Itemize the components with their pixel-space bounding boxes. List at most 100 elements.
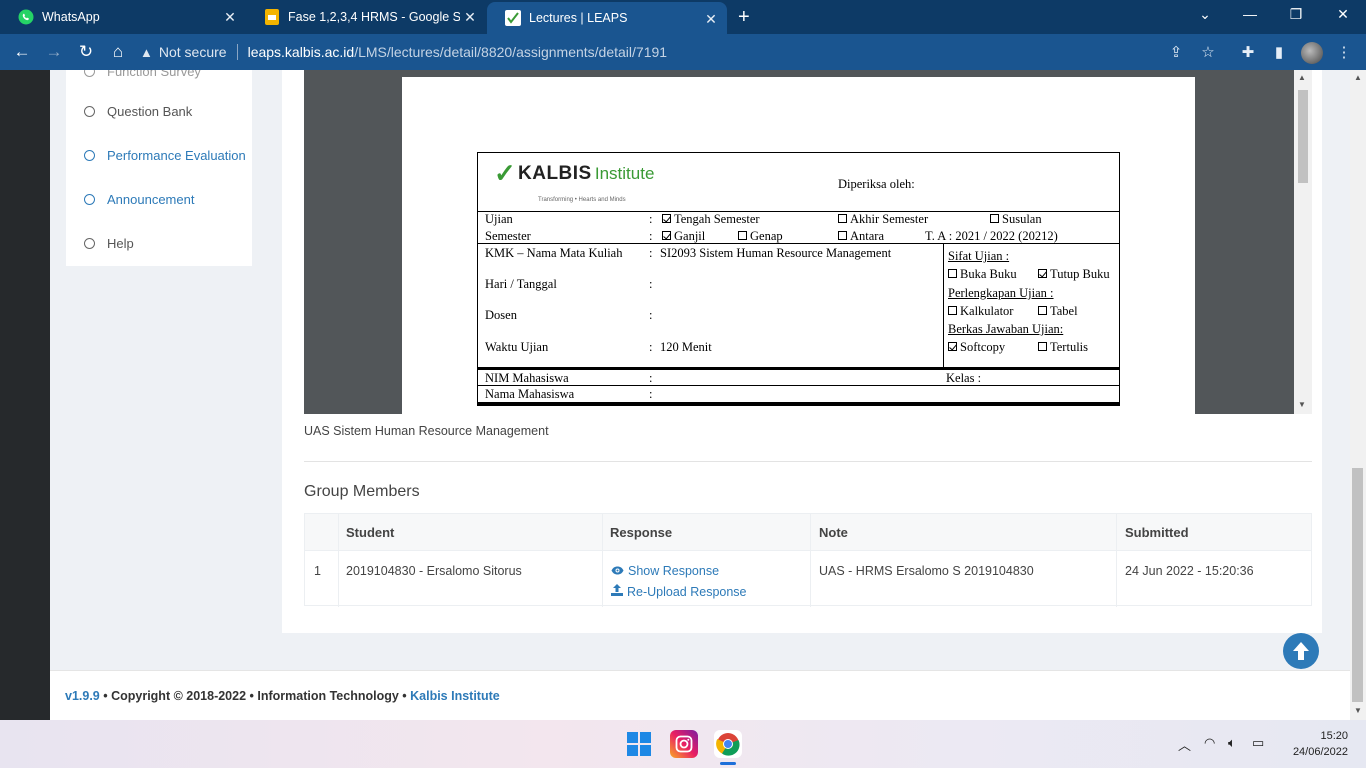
sidebar-item-announcement[interactable]: Announcement [84,192,194,207]
scroll-down-icon[interactable]: ▼ [1298,400,1306,409]
close-tab-icon[interactable]: ✕ [222,9,238,26]
tab-label: WhatsApp [42,10,100,24]
page-scrollbar[interactable]: ▲ ▼ [1350,70,1366,720]
page-scrollbar-thumb[interactable] [1352,468,1363,702]
form-header: ✓ KALBIS Institute Transforming • Hearts… [477,152,1120,212]
extensions-icon[interactable]: ✚ [1238,43,1258,61]
tab-label: Fase 1,2,3,4 HRMS - Google Slides [288,10,460,24]
viewer-scrollbar[interactable]: ▲ ▼ [1294,70,1312,414]
column-header-response: Response [602,514,810,550]
page: Function Survey Question Bank Performanc… [0,70,1350,720]
document-caption: UAS Sistem Human Resource Management [304,424,549,438]
kalbis-link[interactable]: Kalbis Institute [410,689,500,703]
perlengkapan-label: Perlengkapan Ujian : [948,286,1054,300]
form-nim-row: NIM Mahasiswa : Kelas : [477,370,1120,386]
option-label: Tabel [1050,304,1078,318]
eye-icon [611,564,624,578]
susulan-option: Susulan [990,212,1042,227]
waktu-label: Waktu Ujian [485,340,549,354]
clock-date: 24/06/2022 [1292,746,1348,758]
column-divider [810,514,811,607]
semester-label: Semester [485,229,531,243]
address-bar[interactable]: ▲ Not secure leaps.kalbis.ac.id /LMS/lec… [140,38,1226,66]
chrome-icon[interactable] [714,730,742,758]
reload-icon[interactable]: ↻ [76,42,96,62]
show-response-label: Show Response [628,564,720,578]
scroll-down-icon[interactable]: ▼ [1354,706,1362,715]
leaps-icon [505,10,521,26]
form-course-info: KMK – Nama Mata Kuliah : SI2093 Sistem H… [477,244,1120,370]
column-divider [602,514,603,607]
restore-icon[interactable]: ❐ [1286,6,1306,23]
document-viewer[interactable]: ✓ KALBIS Institute Transforming • Hearts… [304,70,1312,414]
close-tab-icon[interactable]: ✕ [462,9,478,26]
browser-tab-strip: WhatsApp ✕ Fase 1,2,3,4 HRMS - Google Sl… [0,0,1366,34]
akhir-option: Akhir Semester [838,212,928,227]
footer-text: v1.9.9 • Copyright © 2018-2022 • Informa… [65,689,500,703]
checkbox-icon [1038,342,1047,351]
checkbox-icon [1038,306,1047,315]
form-divider [943,244,944,367]
viewer-scrollbar-thumb[interactable] [1298,90,1308,183]
sidebar-item-function-survey[interactable]: Function Survey [84,70,201,79]
reupload-response-label: Re-Upload Response [627,584,747,599]
sidebar-item-question-bank[interactable]: Question Bank [84,104,192,119]
back-icon[interactable]: ← [12,42,32,62]
student-cell: 2019104830 - Ersalomo Sitorus [346,564,522,578]
system-clock[interactable]: 15:20 24/06/2022 [1284,728,1348,760]
row-number: 1 [314,564,321,578]
sidebar-item-help[interactable]: Help [84,236,134,251]
tab-google-slides[interactable]: Fase 1,2,3,4 HRMS - Google Slides ✕ [246,0,486,34]
instagram-icon[interactable] [670,730,698,758]
home-icon[interactable]: ⌂ [108,42,128,62]
wifi-icon[interactable]: ◠ [1204,735,1215,751]
close-tab-icon[interactable]: ✕ [703,11,719,28]
document-page: ✓ KALBIS Institute Transforming • Hearts… [402,77,1195,414]
checkbox-icon [838,214,847,223]
scroll-up-icon[interactable]: ▲ [1354,73,1362,82]
scroll-to-top-button[interactable] [1283,633,1319,669]
chevron-up-icon[interactable]: ︿ [1178,735,1191,754]
reupload-response-link[interactable]: Re-Upload Response [611,584,747,599]
logo-name: KALBIS [518,163,592,184]
upload-icon [611,584,623,599]
column-divider [338,514,339,607]
new-tab-icon[interactable]: + [738,6,750,29]
berkas-label: Berkas Jawaban Ujian: [948,322,1064,336]
hari-label: Hari / Tanggal [485,277,557,291]
menu-icon[interactable]: ⋮ [1334,43,1354,61]
tab-lectures-leaps[interactable]: Lectures | LEAPS ✕ [487,2,727,34]
share-icon[interactable]: ⇪ [1166,43,1186,61]
forward-icon[interactable]: → [44,42,64,62]
side-panel-icon[interactable]: ▮ [1269,43,1289,61]
form-nama-row: Nama Mahasiswa : [477,386,1120,406]
checked-box-icon [1038,269,1047,278]
battery-icon[interactable]: ▭ [1252,735,1264,751]
volume-icon[interactable]: 🔈︎ [1228,735,1236,751]
colon: : [649,246,653,260]
logo-check-icon: ✓ [494,159,516,188]
sidebar-item-label: Help [107,236,134,251]
checkbox-icon [838,231,847,240]
sidebar-item-performance-evaluation[interactable]: Performance Evaluation [84,148,246,163]
colon: : [649,229,653,243]
profile-avatar[interactable] [1301,42,1323,64]
tab-search-icon[interactable]: ⌄ [1195,6,1215,23]
warning-icon[interactable]: ▲ [140,45,153,60]
scroll-up-icon[interactable]: ▲ [1298,73,1306,82]
address-separator [236,44,238,60]
close-window-icon[interactable]: ✕ [1333,6,1353,23]
colon: : [649,371,653,385]
column-header-submitted: Submitted [1116,514,1311,550]
whatsapp-icon [18,9,34,25]
security-label[interactable]: Not secure [159,44,227,60]
bookmark-star-icon[interactable]: ☆ [1198,43,1218,61]
show-response-link[interactable]: Show Response [611,564,719,578]
tab-whatsapp[interactable]: WhatsApp ✕ [0,0,246,34]
colon: : [649,277,653,291]
windows-start-icon[interactable] [625,730,653,758]
minimize-icon[interactable]: — [1240,6,1260,22]
colon: : [649,308,653,322]
softcopy-option: Softcopy [948,340,1005,355]
genap-option: Genap [738,229,783,244]
